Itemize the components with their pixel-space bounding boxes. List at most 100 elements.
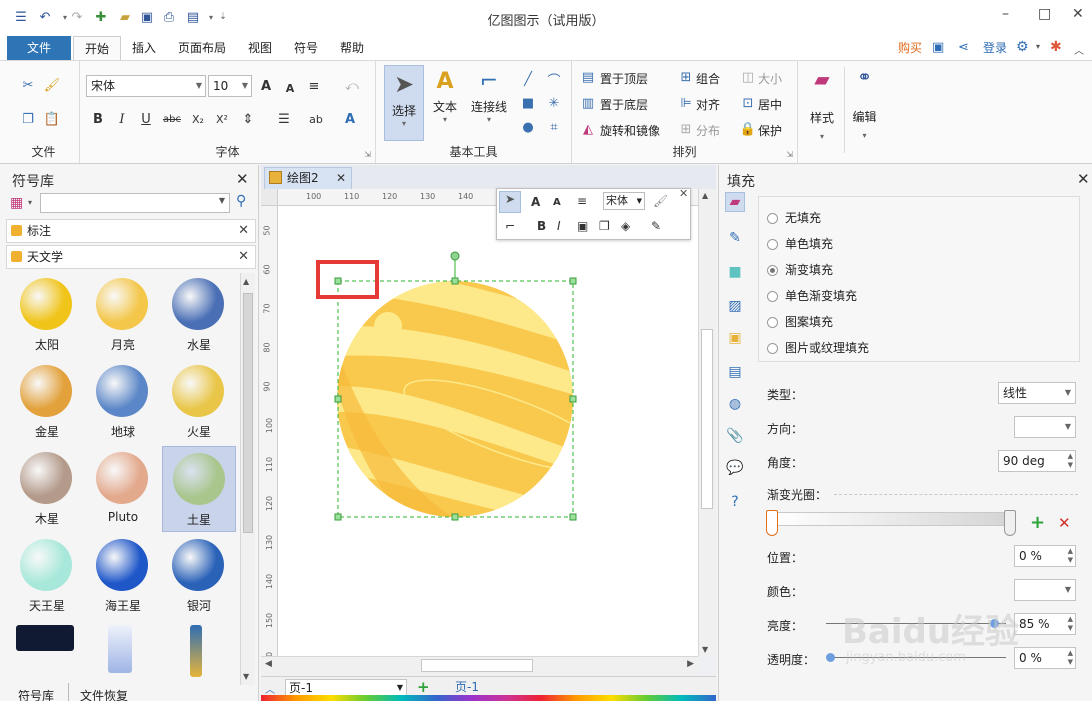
close-panel-icon[interactable]: ✕ xyxy=(236,170,249,188)
gradient-bar[interactable] xyxy=(772,512,1014,526)
superscript-icon[interactable]: X² xyxy=(212,109,232,129)
text-tool-button[interactable]: A 文本 ▾ xyxy=(426,65,464,141)
group-icon[interactable]: ⊞ xyxy=(676,67,696,87)
attachment-icon[interactable]: 📎 xyxy=(725,426,745,446)
float-select-icon[interactable]: ➤ xyxy=(499,191,521,213)
select-tool-button[interactable]: ➤ 选择 ▾ xyxy=(384,65,424,141)
rotate-icon[interactable]: ◭ xyxy=(578,119,598,139)
drawing-page[interactable] xyxy=(278,206,698,656)
symbol-item[interactable]: 金星 xyxy=(10,359,84,445)
symbol-item[interactable]: 天王星 xyxy=(10,533,84,619)
document-tab[interactable]: 绘图2 ✕ xyxy=(264,167,352,189)
fill-option-solid[interactable]: 单色填充 xyxy=(767,235,833,253)
float-line-icon[interactable]: ✎ xyxy=(651,219,661,233)
shrink-font-icon[interactable]: A xyxy=(280,78,300,98)
shadow-tab-icon[interactable]: ■ xyxy=(725,262,745,282)
bullets-icon[interactable]: ☰ xyxy=(274,109,294,129)
arc-tool-icon[interactable]: ⌒ xyxy=(544,69,564,89)
tab-home[interactable]: 开始 xyxy=(73,36,121,60)
cut-icon[interactable]: ✂ xyxy=(18,75,38,95)
tab-view[interactable]: 视图 xyxy=(240,36,280,60)
text-highlight-icon[interactable]: ab xyxy=(306,109,326,129)
canvas-hscroll-thumb[interactable] xyxy=(421,659,533,672)
float-italic-icon[interactable]: I xyxy=(557,219,561,233)
grow-font-icon[interactable]: A xyxy=(256,76,276,96)
image-tab-icon[interactable]: ▨ xyxy=(725,296,745,316)
fill-option-gradient[interactable]: 渐变填充 xyxy=(767,261,833,279)
align-icon[interactable]: ⊫ xyxy=(676,93,696,113)
size-icon[interactable]: ◫ xyxy=(738,67,758,87)
scroll-up-icon[interactable]: ▲ xyxy=(243,277,249,286)
lock-icon[interactable]: 🔒 xyxy=(738,119,758,139)
float-font-select[interactable]: 宋体 ▼ xyxy=(603,192,645,210)
paste-icon[interactable]: 📋 xyxy=(42,109,62,129)
tab-page-layout[interactable]: 页面布局 xyxy=(172,36,232,60)
group-label[interactable]: 组合 xyxy=(696,70,720,87)
font-size-select[interactable]: 10 ▼ xyxy=(208,75,252,97)
tab-symbol[interactable]: 符号 xyxy=(286,36,326,60)
float-brush-icon[interactable]: 🖌 xyxy=(653,194,668,208)
bring-front-label[interactable]: 置于顶层 xyxy=(600,70,648,87)
float-connector-icon[interactable]: ⌐ xyxy=(505,219,515,233)
hyperlink-icon[interactable]: ◍ xyxy=(725,394,745,414)
fill-option-mono-gradient[interactable]: 单色渐变填充 xyxy=(767,287,857,305)
transparency-input[interactable]: 0 % ▲ ▼ xyxy=(1014,647,1076,669)
layers-tab-icon[interactable]: ▣ xyxy=(725,328,745,348)
fill-panel-close-icon[interactable]: ✕ xyxy=(1077,170,1090,188)
symbol-item[interactable]: 水星 xyxy=(162,272,236,358)
resize-handle-top-right[interactable] xyxy=(569,277,577,285)
align-label[interactable]: 对齐 xyxy=(696,96,720,113)
float-arrange-icon[interactable]: ▣ xyxy=(577,219,588,233)
direction-select[interactable]: ▼ xyxy=(1014,416,1076,438)
transparency-spinner-icon[interactable]: ▲ ▼ xyxy=(1068,649,1073,667)
symbol-item[interactable]: 地球 xyxy=(86,359,160,445)
symbol-scrollbar[interactable]: ▲ ▼ xyxy=(240,273,255,685)
size-label[interactable]: 大小 xyxy=(758,70,782,87)
brightness-input[interactable]: 85 % ▲ ▼ xyxy=(1014,613,1076,635)
canvas-scroll-left-icon[interactable]: ◀ xyxy=(265,659,272,669)
symbol-item[interactable]: 月亮 xyxy=(86,272,160,358)
scrollbar-thumb[interactable] xyxy=(243,293,253,533)
rectangle-tool-icon[interactable]: ■ xyxy=(518,93,538,113)
bottom-tab-file-recovery[interactable]: 文件恢复 xyxy=(80,687,128,701)
font-color-icon[interactable]: A xyxy=(340,109,360,129)
color-palette-strip[interactable] xyxy=(261,695,716,701)
minimize-button[interactable]: – xyxy=(1002,6,1009,22)
rocket2-thumbnail-icon[interactable] xyxy=(190,625,202,677)
copy-icon[interactable]: ❐ xyxy=(18,109,38,129)
float-grow-font-icon[interactable]: A xyxy=(531,195,540,209)
symbol-item[interactable]: 土星 xyxy=(162,446,236,532)
fill-option-pattern[interactable]: 图案填充 xyxy=(767,313,833,331)
line-tool-icon[interactable]: ╱ xyxy=(518,69,538,89)
canvas-vertical-scrollbar[interactable]: ▲ ▼ xyxy=(698,189,715,656)
ellipse-tool-icon[interactable]: ● xyxy=(518,117,538,137)
page-properties-icon[interactable]: ▤ xyxy=(725,362,745,382)
close-button[interactable]: ✕ xyxy=(1072,6,1084,22)
remove-gradient-stop-icon[interactable]: ✕ xyxy=(1058,514,1071,532)
category-close-icon[interactable]: ✕ xyxy=(238,246,249,268)
category-callouts[interactable]: 标注 ✕ xyxy=(6,219,256,243)
canvas-scroll-down-icon[interactable]: ▼ xyxy=(702,645,708,654)
share-icon[interactable]: ⋖ xyxy=(958,40,969,55)
italic-icon[interactable]: I xyxy=(112,109,132,129)
bottom-tab-symbol-library[interactable]: 符号库 xyxy=(18,687,54,701)
settings-gear-icon[interactable]: ⚙ xyxy=(1016,39,1029,55)
type-select[interactable]: 线性 ▼ xyxy=(998,382,1076,404)
bring-front-icon[interactable]: ▤ xyxy=(578,67,598,87)
font-name-select[interactable]: 宋体 ▼ xyxy=(86,75,206,97)
document-tab-close-icon[interactable]: ✕ xyxy=(336,168,346,188)
category-close-icon[interactable]: ✕ xyxy=(238,220,249,242)
align-text-icon[interactable]: ≡ xyxy=(304,76,324,96)
protect-label[interactable]: 保护 xyxy=(758,122,782,139)
canvas-vscroll-thumb[interactable] xyxy=(701,329,713,509)
symbol-search-input[interactable]: ▼ xyxy=(40,193,230,213)
resize-handle-right[interactable] xyxy=(569,395,577,403)
float-shrink-font-icon[interactable]: A xyxy=(553,197,561,208)
strikethrough-icon[interactable]: abc xyxy=(162,109,182,129)
bold-icon[interactable]: B xyxy=(88,109,108,129)
rocket-thumbnail-icon[interactable] xyxy=(108,625,132,673)
connector-tool-button[interactable]: ⌐ 连接线 ▾ xyxy=(466,65,512,141)
collapse-ribbon-icon[interactable]: ︿ xyxy=(1074,42,1084,57)
position-input[interactable]: 0 % ▲ ▼ xyxy=(1014,545,1076,567)
starfield-thumbnail-icon[interactable] xyxy=(16,625,74,651)
